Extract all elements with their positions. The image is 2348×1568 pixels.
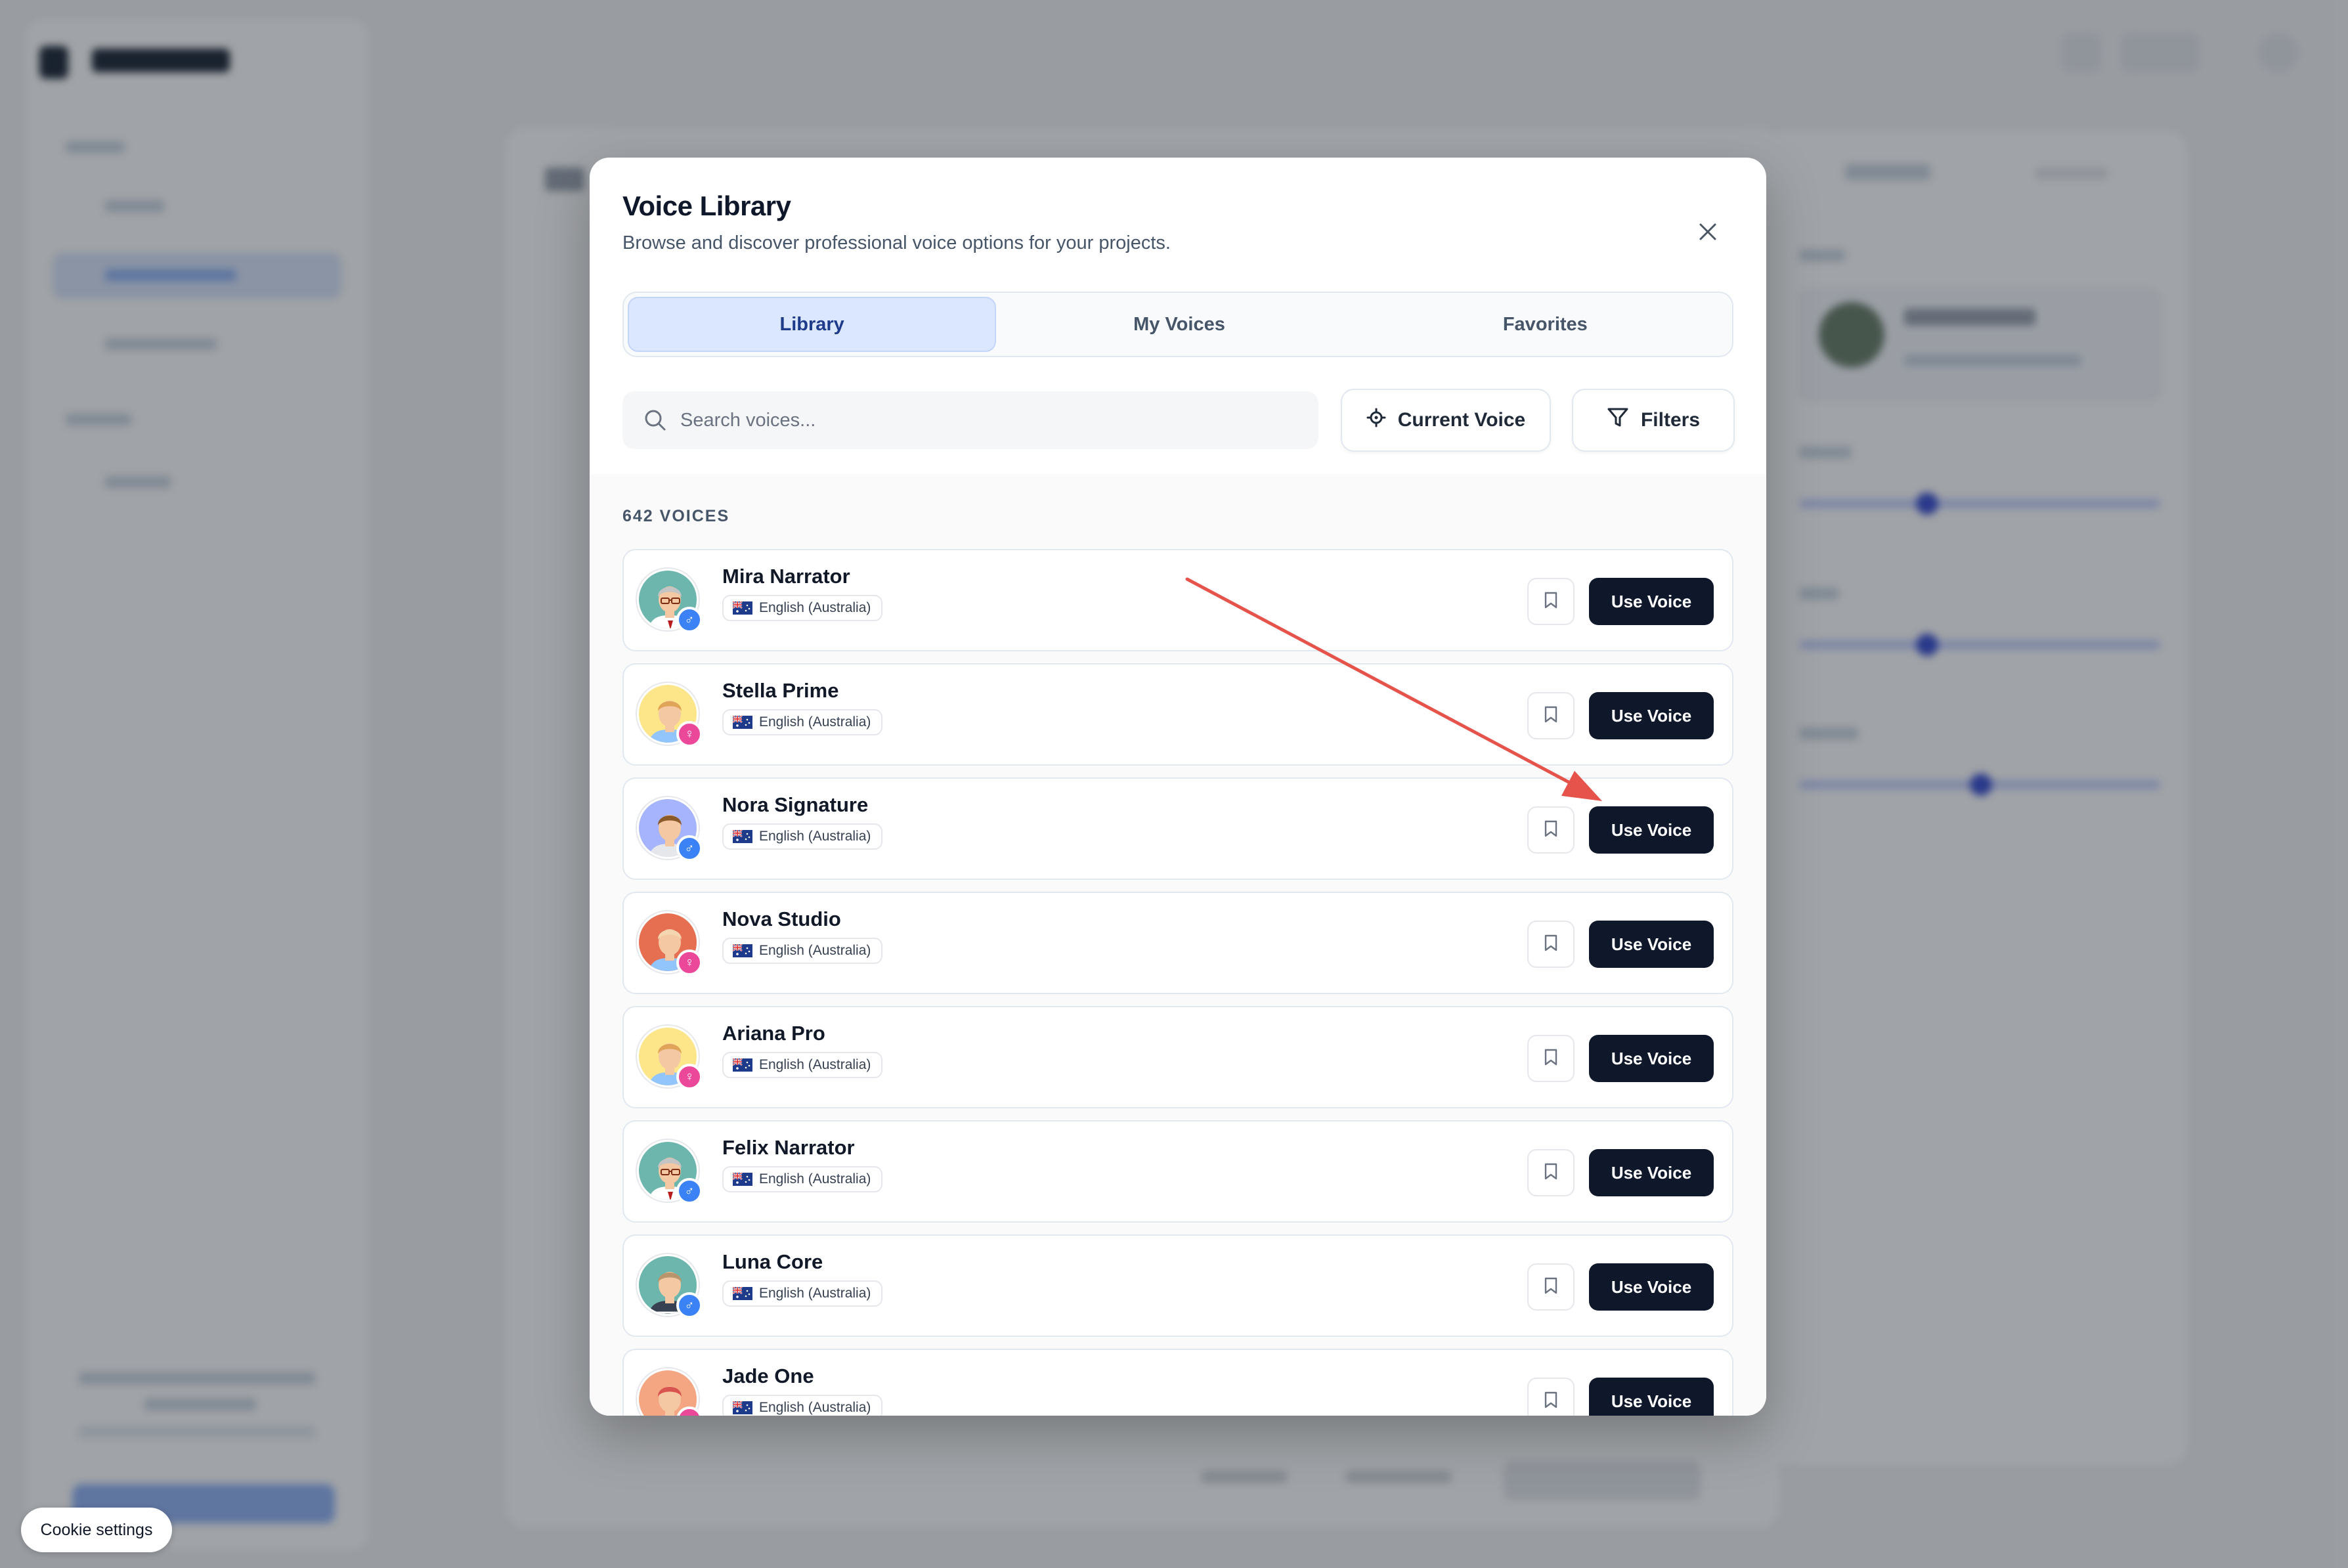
bookmark-button[interactable] [1527, 1263, 1575, 1311]
bookmark-icon [1543, 1276, 1559, 1298]
language-label: English (Australia) [759, 1171, 871, 1187]
australia-flag-icon [733, 1173, 752, 1186]
australia-flag-icon [733, 716, 752, 729]
language-chip: English (Australia) [722, 1395, 883, 1416]
australia-flag-icon [733, 1058, 752, 1072]
close-button[interactable] [1685, 210, 1731, 256]
use-voice-button[interactable]: Use Voice [1589, 1378, 1714, 1416]
bookmark-icon [1543, 705, 1559, 727]
use-voice-button[interactable]: Use Voice [1589, 806, 1714, 854]
voice-card[interactable]: ♀ Ariana Pro English (Australia) Use Voi… [622, 1006, 1733, 1108]
language-label: English (Australia) [759, 714, 871, 730]
voice-name: Stella Prime [722, 679, 839, 702]
language-label: English (Australia) [759, 1286, 871, 1301]
voice-library-modal: Voice Library Browse and discover profes… [590, 158, 1766, 1416]
modal-title: Voice Library [622, 190, 791, 221]
bookmark-icon [1543, 591, 1559, 613]
voice-name: Felix Narrator [722, 1136, 855, 1159]
language-chip: English (Australia) [722, 709, 883, 735]
voice-name: Luna Core [722, 1250, 823, 1273]
filters-button[interactable]: Filters [1572, 389, 1735, 452]
voice-avatar-wrap: ♀ [637, 1368, 703, 1416]
female-symbol-icon: ♀ [676, 721, 703, 747]
language-label: English (Australia) [759, 943, 871, 958]
voice-name: Mira Narrator [722, 565, 850, 588]
voice-name: Nova Studio [722, 907, 841, 930]
female-symbol-icon: ♀ [676, 949, 703, 976]
male-symbol-icon: ♂ [676, 1292, 703, 1318]
bookmark-icon [1543, 1048, 1559, 1070]
bookmark-icon [1543, 1162, 1559, 1184]
voice-avatar-wrap: ♂ [637, 797, 703, 863]
bookmark-button[interactable] [1527, 1035, 1575, 1082]
voice-avatar-wrap: ♀ [637, 683, 703, 749]
use-voice-button[interactable]: Use Voice [1589, 1263, 1714, 1311]
voice-card[interactable]: ♀ Stella Prime English (Australia) Use V… [622, 663, 1733, 766]
australia-flag-icon [733, 601, 752, 615]
filters-label: Filters [1640, 409, 1701, 431]
voice-avatar-wrap: ♂ [637, 1254, 703, 1320]
use-voice-button[interactable]: Use Voice [1589, 692, 1714, 739]
voices-count: 642 VOICES [622, 507, 730, 525]
language-label: English (Australia) [759, 600, 871, 615]
tab-bar: Library My Voices Favorites [622, 292, 1733, 357]
voice-card[interactable]: ♀ Jade One English (Australia) Use Voice [622, 1349, 1733, 1416]
voice-card[interactable]: ♂ Felix Narrator English (Australia) Use… [622, 1120, 1733, 1223]
locate-icon [1366, 408, 1386, 433]
search-input[interactable] [680, 409, 1271, 431]
language-chip: English (Australia) [722, 823, 883, 850]
use-voice-button[interactable]: Use Voice [1589, 578, 1714, 625]
voice-card[interactable]: ♂ Nora Signature English (Australia) Use… [622, 777, 1733, 880]
language-label: English (Australia) [759, 1400, 871, 1415]
current-voice-button[interactable]: Current Voice [1341, 389, 1551, 452]
language-label: English (Australia) [759, 829, 871, 844]
language-chip: English (Australia) [722, 1166, 883, 1192]
voice-name: Nora Signature [722, 793, 869, 816]
voice-avatar-wrap: ♀ [637, 911, 703, 977]
search-icon [642, 407, 668, 433]
male-symbol-icon: ♂ [676, 607, 703, 633]
bookmark-button[interactable] [1527, 921, 1575, 968]
language-chip: English (Australia) [722, 938, 883, 964]
male-symbol-icon: ♂ [676, 835, 703, 861]
australia-flag-icon [733, 1287, 752, 1300]
bookmark-icon [1543, 819, 1559, 841]
modal-subtitle: Browse and discover professional voice o… [622, 232, 1171, 253]
voice-card[interactable]: ♂ Luna Core English (Australia) Use Voic… [622, 1234, 1733, 1337]
female-symbol-icon: ♀ [676, 1064, 703, 1090]
bookmark-button[interactable] [1527, 1378, 1575, 1416]
bookmark-icon [1543, 1391, 1559, 1412]
tab-favorites[interactable]: Favorites [1362, 297, 1728, 352]
voice-name: Jade One [722, 1364, 814, 1387]
voice-card[interactable]: ♂ Mira Narrator English (Australia) Use … [622, 549, 1733, 651]
bookmark-button[interactable] [1527, 806, 1575, 854]
use-voice-button[interactable]: Use Voice [1589, 1149, 1714, 1196]
tab-library[interactable]: Library [628, 297, 997, 352]
australia-flag-icon [733, 944, 752, 957]
search-box [622, 391, 1318, 449]
voice-avatar-wrap: ♂ [637, 1140, 703, 1206]
voice-avatar-wrap: ♂ [637, 569, 703, 634]
voice-name: Ariana Pro [722, 1022, 825, 1045]
cookie-settings-button[interactable]: Cookie settings [21, 1508, 172, 1552]
use-voice-button[interactable]: Use Voice [1589, 921, 1714, 968]
current-voice-label: Current Voice [1397, 409, 1526, 431]
language-label: English (Australia) [759, 1057, 871, 1072]
bookmark-button[interactable] [1527, 578, 1575, 625]
tab-my-voices[interactable]: My Voices [996, 297, 1362, 352]
australia-flag-icon [733, 830, 752, 843]
voice-avatar-wrap: ♀ [637, 1026, 703, 1091]
voice-card[interactable]: ♀ Nova Studio English (Australia) Use Vo… [622, 892, 1733, 994]
male-symbol-icon: ♂ [676, 1178, 703, 1204]
close-icon [1698, 222, 1718, 245]
language-chip: English (Australia) [722, 595, 883, 621]
bookmark-button[interactable] [1527, 692, 1575, 739]
australia-flag-icon [733, 1401, 752, 1414]
bookmark-button[interactable] [1527, 1149, 1575, 1196]
bookmark-icon [1543, 934, 1559, 955]
language-chip: English (Australia) [722, 1052, 883, 1078]
language-chip: English (Australia) [722, 1280, 883, 1307]
use-voice-button[interactable]: Use Voice [1589, 1035, 1714, 1082]
filter-icon [1607, 406, 1629, 434]
